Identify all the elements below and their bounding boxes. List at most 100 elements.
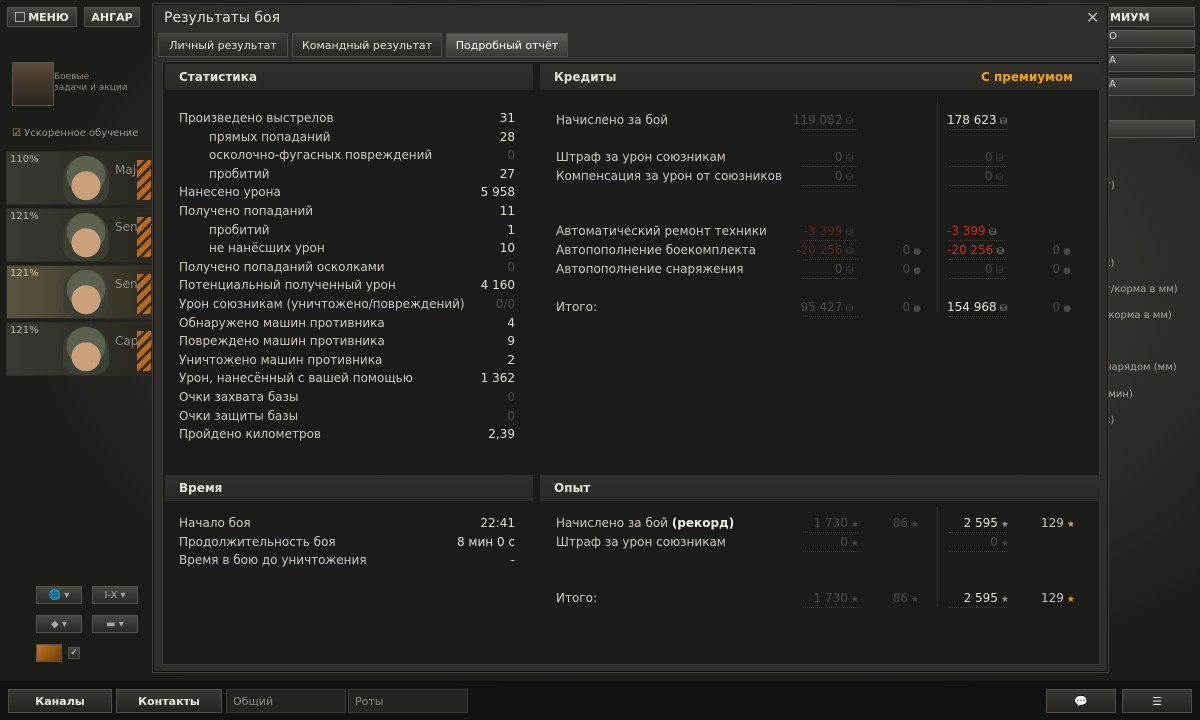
ammo-filter-icon[interactable] [36, 644, 62, 662]
credit-premium-value: -20 256 ⛁ [947, 243, 1004, 257]
stat-value: 9 [507, 334, 515, 349]
type-filter[interactable]: ◆ ▾ [36, 615, 82, 633]
xp-premium-value: 2 595 ★ [933, 516, 1009, 530]
experience-header: Опыт [540, 475, 1100, 501]
missions-widget[interactable] [12, 62, 54, 106]
credit-amount: -20 256 [796, 243, 843, 257]
stat-value: 27 [499, 166, 515, 181]
stat-label: не нанёсших урон [209, 241, 325, 256]
column-divider [937, 102, 938, 312]
credit-premium-value: 0 ⛁ [923, 150, 1003, 164]
stat-value: 4 [507, 315, 515, 330]
tab-team-result[interactable]: Командный результат [292, 33, 442, 57]
credit-amount: 0 [984, 262, 993, 276]
channel-companies[interactable]: Роты [348, 689, 468, 713]
gold-amount: 0 [902, 243, 911, 257]
nation-filter[interactable]: 🌐 ▾ [36, 586, 82, 604]
checkmark-icon: ☑ [12, 128, 21, 139]
credit-base-value: -20 256 ⛁ [763, 243, 853, 257]
credit-base-value: 0 ⛁ [763, 150, 853, 164]
stat-value: 11 [499, 204, 515, 218]
stat-value: 1 [507, 222, 515, 237]
tab-personal-result[interactable]: Личный результат [158, 33, 288, 57]
xp-base-value: 1 730 ★ [783, 591, 859, 605]
crew-slot[interactable]: 121% Senior [6, 208, 156, 262]
crew-slot[interactable]: 121%Captain [6, 322, 156, 376]
stat-label: Получено попаданий осколками [179, 259, 385, 274]
rank-icon [137, 331, 151, 371]
stat-value: 2 [507, 352, 515, 367]
settings-list-icon[interactable]: ☰ [1122, 689, 1192, 713]
time-header: Время [165, 475, 533, 501]
chat-icon[interactable]: 💬 [1046, 689, 1116, 713]
credit-amount: 0 [984, 169, 993, 183]
right-panel-text: с) [1105, 258, 1115, 269]
tier-filter[interactable]: I-X ▾ [92, 586, 138, 604]
contacts-button[interactable]: Контакты [116, 689, 222, 713]
stat-value: 0 [507, 408, 515, 423]
xp-premium-value: 2 595 ★ [933, 591, 1009, 605]
gold-icon: ● [1063, 247, 1071, 257]
credit-amount: 178 623 [947, 113, 997, 127]
report-content: Статистика Произведено выстрелов 31 прямых… [162, 61, 1100, 665]
menu-button[interactable]: МЕНЮ [7, 7, 77, 27]
xp-label-text: Начислено за бой [556, 516, 669, 530]
star-icon: ★ [850, 539, 859, 549]
xp-base-value: 0 ★ [783, 535, 859, 549]
time-value: - [510, 553, 515, 568]
row-separator [803, 551, 858, 552]
credit-icon: ⛁ [845, 117, 853, 127]
crew-portrait [63, 213, 109, 261]
accelerated-training-checkbox[interactable]: ☑ Ускоренное обучение [12, 128, 138, 139]
credit-label: Автоматический ремонт техники [556, 224, 767, 238]
crew-slot[interactable]: 121% Senior [6, 265, 156, 319]
free-xp-icon: ★ [1066, 520, 1075, 530]
xp-label-text: Штраф за урон союзникам [556, 535, 726, 549]
stat-label: Потенциальный полученный урон [179, 278, 396, 293]
stat-value: 4 160 [480, 278, 515, 293]
close-icon[interactable]: ✕ [1086, 8, 1099, 27]
credit-icon: ⛁ [999, 117, 1008, 127]
credit-premium-value: 178 623 ⛁ [947, 113, 1007, 127]
credit-label: Автопополнение снаряжения [556, 262, 744, 276]
stat-label: Получено попаданий [179, 204, 314, 218]
time-value: 8 мин 0 с [456, 534, 515, 549]
stat-label: Урон союзникам (уничтожено/повреждений) [179, 297, 465, 311]
right-panel-button[interactable] [1105, 120, 1195, 138]
xp-amount: 1 730 [813, 591, 848, 605]
stat-label: Повреждено машин противника [179, 334, 385, 349]
channels-button[interactable]: Каналы [8, 689, 112, 713]
channel-general[interactable]: Общий [226, 689, 346, 713]
window-title: Результаты боя [164, 10, 280, 26]
hangar-button[interactable]: АНГАР [84, 7, 140, 27]
credit-base-value: -3 399 ⛁ [763, 224, 853, 238]
gold-icon: ● [913, 304, 921, 314]
row-separator [949, 166, 1007, 167]
row-separator [949, 532, 1007, 533]
row-separator [803, 532, 858, 533]
premium-button[interactable]: МИУМ [1105, 7, 1195, 27]
gold-amount: 0 [1052, 262, 1061, 276]
credit-label: Автопополнение боекомплекта [556, 243, 756, 257]
xp-label: Итого: [556, 591, 597, 609]
show-all-checkbox[interactable]: ✓ [68, 647, 80, 659]
right-panel-button[interactable]: А [1105, 54, 1195, 72]
xp-amount: 0 [990, 535, 998, 549]
credit-premium-value: 154 968 ⛁ [947, 300, 1007, 314]
row-separator [949, 185, 1007, 186]
credit-icon: ⛁ [845, 228, 853, 238]
right-panel-button[interactable]: О [1105, 30, 1195, 48]
stat-label: Нанесено урона [179, 185, 281, 200]
right-panel-text: /мин) [1105, 389, 1133, 400]
xp-label: Штраф за урон союзникам [556, 535, 726, 553]
credit-label: Компенсация за урон от союзников [556, 169, 783, 183]
gold-amount: 0 [902, 262, 911, 276]
tab-detailed-report[interactable]: Подробный отчёт [446, 33, 568, 57]
vehicle-filter[interactable]: ▬ ▾ [92, 615, 138, 633]
credit-amount: -3 399 [803, 224, 843, 238]
xp-amount: 1 730 [813, 516, 848, 530]
right-panel-text: т/корма в мм) [1105, 284, 1178, 295]
right-panel-button[interactable]: А [1105, 78, 1195, 96]
crew-slot[interactable]: 110%Major N [6, 151, 156, 205]
xp-amount: 0 [840, 535, 848, 549]
